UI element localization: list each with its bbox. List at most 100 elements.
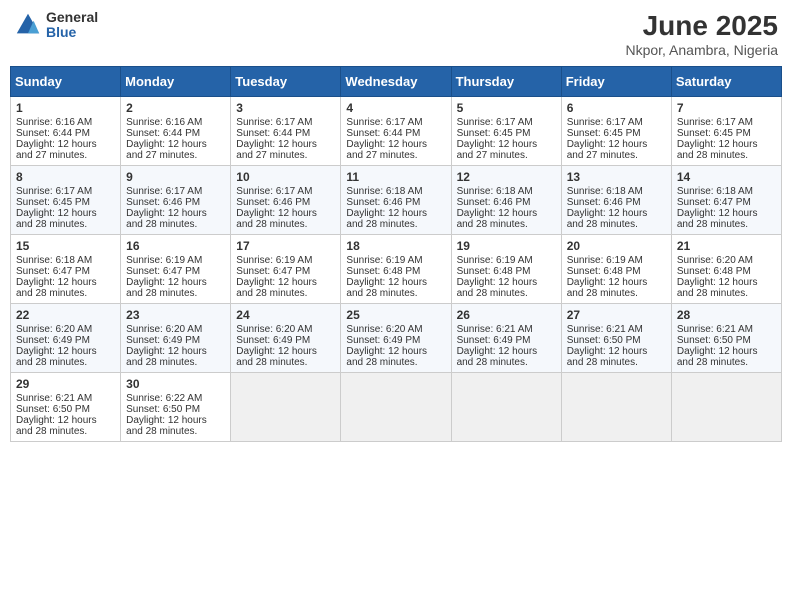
calendar-cell: 21 Sunrise: 6:20 AM Sunset: 6:48 PM Dayl…	[671, 235, 781, 304]
sunset-text: Sunset: 6:49 PM	[346, 335, 420, 346]
daylight-text: Daylight: 12 hours and 28 minutes.	[16, 346, 97, 368]
sunset-text: Sunset: 6:46 PM	[126, 197, 200, 208]
sunset-text: Sunset: 6:45 PM	[16, 197, 90, 208]
day-number: 19	[457, 239, 556, 253]
calendar-cell	[451, 373, 561, 442]
day-number: 20	[567, 239, 666, 253]
daylight-text: Daylight: 12 hours and 28 minutes.	[346, 346, 427, 368]
sunset-text: Sunset: 6:50 PM	[567, 335, 641, 346]
day-number: 1	[16, 101, 115, 115]
sunrise-text: Sunrise: 6:19 AM	[126, 255, 202, 266]
sunrise-text: Sunrise: 6:18 AM	[567, 186, 643, 197]
sunset-text: Sunset: 6:44 PM	[236, 128, 310, 139]
calendar-cell: 24 Sunrise: 6:20 AM Sunset: 6:49 PM Dayl…	[231, 304, 341, 373]
sunrise-text: Sunrise: 6:17 AM	[236, 186, 312, 197]
calendar-cell: 28 Sunrise: 6:21 AM Sunset: 6:50 PM Dayl…	[671, 304, 781, 373]
calendar-cell: 22 Sunrise: 6:20 AM Sunset: 6:49 PM Dayl…	[11, 304, 121, 373]
day-number: 16	[126, 239, 225, 253]
sunset-text: Sunset: 6:45 PM	[457, 128, 531, 139]
sunrise-text: Sunrise: 6:17 AM	[346, 117, 422, 128]
calendar-cell: 15 Sunrise: 6:18 AM Sunset: 6:47 PM Dayl…	[11, 235, 121, 304]
calendar-cell: 29 Sunrise: 6:21 AM Sunset: 6:50 PM Dayl…	[11, 373, 121, 442]
sunrise-text: Sunrise: 6:17 AM	[567, 117, 643, 128]
calendar-cell: 16 Sunrise: 6:19 AM Sunset: 6:47 PM Dayl…	[121, 235, 231, 304]
calendar-cell	[231, 373, 341, 442]
daylight-text: Daylight: 12 hours and 28 minutes.	[236, 208, 317, 230]
sunset-text: Sunset: 6:44 PM	[16, 128, 90, 139]
sunrise-text: Sunrise: 6:18 AM	[457, 186, 533, 197]
daylight-text: Daylight: 12 hours and 28 minutes.	[126, 277, 207, 299]
daylight-text: Daylight: 12 hours and 28 minutes.	[16, 415, 97, 437]
sunrise-text: Sunrise: 6:17 AM	[16, 186, 92, 197]
calendar-header-row: SundayMondayTuesdayWednesdayThursdayFrid…	[11, 67, 782, 97]
sunrise-text: Sunrise: 6:18 AM	[677, 186, 753, 197]
calendar-cell: 20 Sunrise: 6:19 AM Sunset: 6:48 PM Dayl…	[561, 235, 671, 304]
daylight-text: Daylight: 12 hours and 28 minutes.	[16, 208, 97, 230]
sunset-text: Sunset: 6:44 PM	[126, 128, 200, 139]
day-number: 10	[236, 170, 335, 184]
calendar-cell: 1 Sunrise: 6:16 AM Sunset: 6:44 PM Dayli…	[11, 97, 121, 166]
sunset-text: Sunset: 6:47 PM	[236, 266, 310, 277]
daylight-text: Daylight: 12 hours and 28 minutes.	[126, 208, 207, 230]
title-block: June 2025 Nkpor, Anambra, Nigeria	[625, 10, 778, 58]
sunset-text: Sunset: 6:46 PM	[457, 197, 531, 208]
sunrise-text: Sunrise: 6:17 AM	[126, 186, 202, 197]
calendar-cell: 2 Sunrise: 6:16 AM Sunset: 6:44 PM Dayli…	[121, 97, 231, 166]
calendar-cell	[561, 373, 671, 442]
sunset-text: Sunset: 6:49 PM	[126, 335, 200, 346]
day-number: 6	[567, 101, 666, 115]
day-number: 4	[346, 101, 445, 115]
daylight-text: Daylight: 12 hours and 27 minutes.	[346, 139, 427, 161]
sunrise-text: Sunrise: 6:18 AM	[346, 186, 422, 197]
sunset-text: Sunset: 6:44 PM	[346, 128, 420, 139]
sunrise-text: Sunrise: 6:17 AM	[677, 117, 753, 128]
sunrise-text: Sunrise: 6:20 AM	[346, 324, 422, 335]
day-number: 24	[236, 308, 335, 322]
calendar-cell: 5 Sunrise: 6:17 AM Sunset: 6:45 PM Dayli…	[451, 97, 561, 166]
sunrise-text: Sunrise: 6:16 AM	[126, 117, 202, 128]
daylight-text: Daylight: 12 hours and 28 minutes.	[457, 346, 538, 368]
calendar-cell	[341, 373, 451, 442]
calendar-cell: 19 Sunrise: 6:19 AM Sunset: 6:48 PM Dayl…	[451, 235, 561, 304]
daylight-text: Daylight: 12 hours and 27 minutes.	[126, 139, 207, 161]
daylight-text: Daylight: 12 hours and 27 minutes.	[567, 139, 648, 161]
calendar-cell: 8 Sunrise: 6:17 AM Sunset: 6:45 PM Dayli…	[11, 166, 121, 235]
calendar-week-2: 8 Sunrise: 6:17 AM Sunset: 6:45 PM Dayli…	[11, 166, 782, 235]
daylight-text: Daylight: 12 hours and 28 minutes.	[677, 346, 758, 368]
day-number: 5	[457, 101, 556, 115]
calendar-week-5: 29 Sunrise: 6:21 AM Sunset: 6:50 PM Dayl…	[11, 373, 782, 442]
day-number: 8	[16, 170, 115, 184]
calendar-cell: 12 Sunrise: 6:18 AM Sunset: 6:46 PM Dayl…	[451, 166, 561, 235]
sunset-text: Sunset: 6:48 PM	[677, 266, 751, 277]
calendar-table: SundayMondayTuesdayWednesdayThursdayFrid…	[10, 66, 782, 442]
day-header-saturday: Saturday	[671, 67, 781, 97]
logo-general-text: General	[46, 10, 98, 25]
daylight-text: Daylight: 12 hours and 28 minutes.	[126, 346, 207, 368]
sunrise-text: Sunrise: 6:22 AM	[126, 393, 202, 404]
day-number: 7	[677, 101, 776, 115]
day-number: 26	[457, 308, 556, 322]
day-number: 27	[567, 308, 666, 322]
sunrise-text: Sunrise: 6:21 AM	[16, 393, 92, 404]
calendar-cell: 9 Sunrise: 6:17 AM Sunset: 6:46 PM Dayli…	[121, 166, 231, 235]
sunset-text: Sunset: 6:49 PM	[16, 335, 90, 346]
daylight-text: Daylight: 12 hours and 28 minutes.	[236, 277, 317, 299]
calendar-cell: 6 Sunrise: 6:17 AM Sunset: 6:45 PM Dayli…	[561, 97, 671, 166]
calendar-cell: 27 Sunrise: 6:21 AM Sunset: 6:50 PM Dayl…	[561, 304, 671, 373]
day-number: 25	[346, 308, 445, 322]
sunrise-text: Sunrise: 6:20 AM	[236, 324, 312, 335]
day-number: 9	[126, 170, 225, 184]
day-number: 17	[236, 239, 335, 253]
daylight-text: Daylight: 12 hours and 28 minutes.	[677, 139, 758, 161]
sunrise-text: Sunrise: 6:20 AM	[126, 324, 202, 335]
sunset-text: Sunset: 6:48 PM	[567, 266, 641, 277]
daylight-text: Daylight: 12 hours and 28 minutes.	[677, 208, 758, 230]
sunrise-text: Sunrise: 6:17 AM	[236, 117, 312, 128]
day-number: 23	[126, 308, 225, 322]
day-number: 28	[677, 308, 776, 322]
calendar-cell: 18 Sunrise: 6:19 AM Sunset: 6:48 PM Dayl…	[341, 235, 451, 304]
calendar-cell: 10 Sunrise: 6:17 AM Sunset: 6:46 PM Dayl…	[231, 166, 341, 235]
sunset-text: Sunset: 6:49 PM	[457, 335, 531, 346]
sunset-text: Sunset: 6:48 PM	[346, 266, 420, 277]
day-number: 30	[126, 377, 225, 391]
